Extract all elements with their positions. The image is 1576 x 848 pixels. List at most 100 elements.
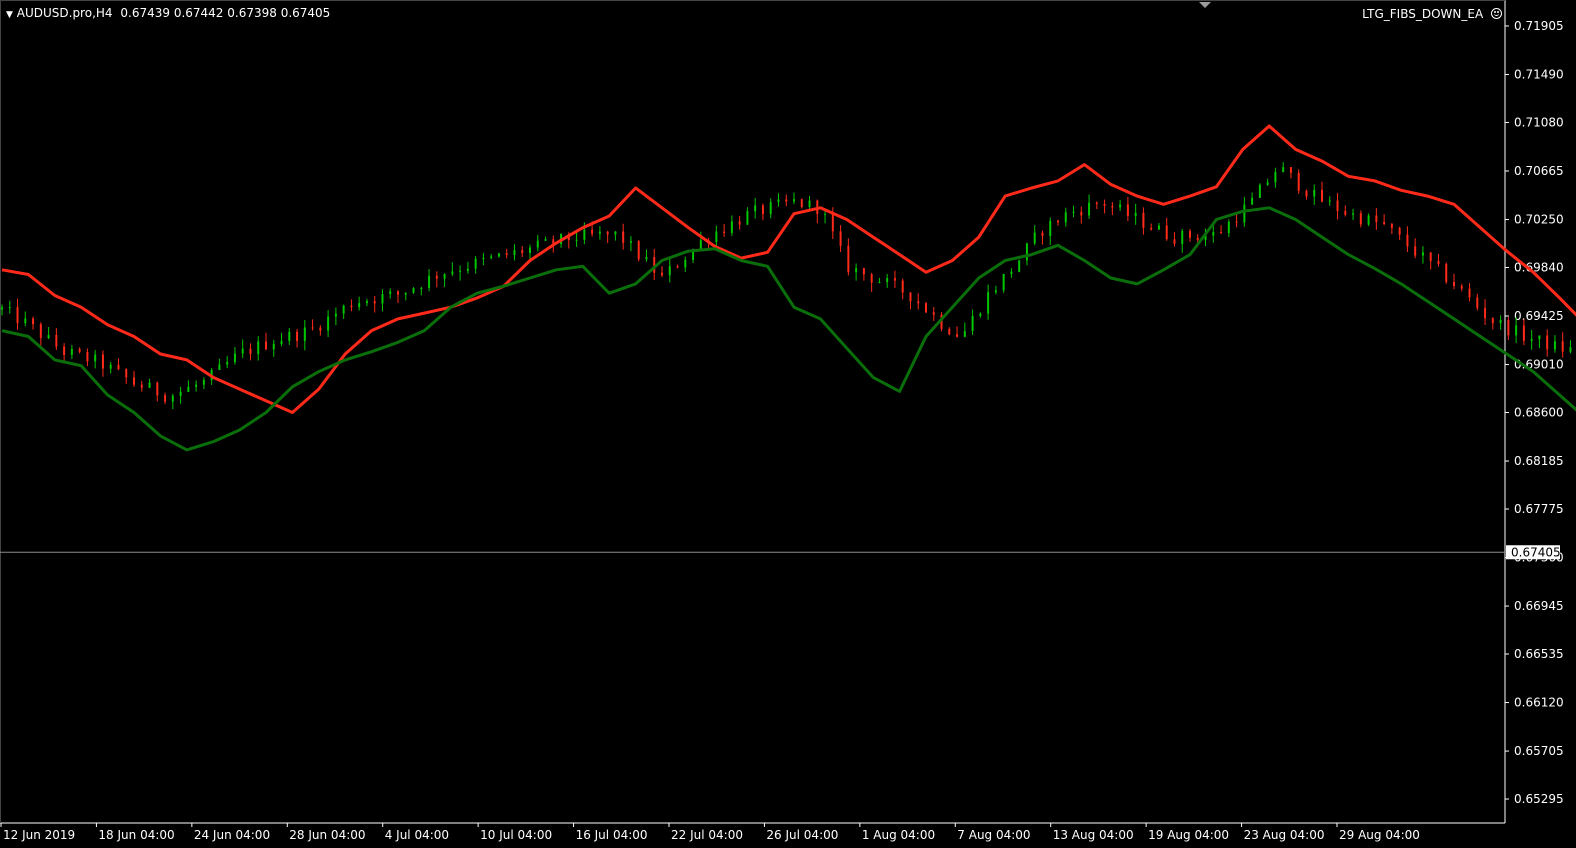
- candle-bull: [1212, 232, 1215, 236]
- candle-bull: [808, 200, 811, 208]
- candle-bull: [1251, 197, 1254, 205]
- candle-bear: [1406, 234, 1409, 247]
- candle-bear: [296, 331, 299, 341]
- x-tick-label: 13 Aug 04:00: [1053, 828, 1134, 842]
- shift-marker-icon[interactable]: [1199, 2, 1211, 8]
- candle-bull: [754, 205, 757, 212]
- candle-bear: [1484, 307, 1487, 319]
- candle-bull: [420, 287, 423, 289]
- candle-bear: [901, 280, 904, 293]
- candle-bull: [474, 258, 477, 269]
- candle-bull: [1049, 220, 1052, 236]
- candle-bull: [1258, 184, 1261, 198]
- candle-bull: [218, 364, 221, 370]
- candle-bull: [443, 274, 446, 279]
- ohlc-values: 0.67439 0.67442 0.67398 0.67405: [120, 6, 331, 20]
- candle-bear: [1126, 204, 1129, 216]
- candle-bull: [1274, 172, 1277, 183]
- candle-bear: [661, 272, 663, 276]
- candle-bear: [870, 274, 873, 283]
- candle-bear: [101, 354, 104, 369]
- candle-bear: [117, 364, 120, 370]
- collapse-triangle-icon[interactable]: ▼: [6, 10, 13, 20]
- candle-bull: [179, 391, 182, 396]
- candle-bear: [1289, 167, 1292, 173]
- candle-bull: [272, 344, 275, 350]
- candle-bull: [389, 291, 392, 295]
- candle-bear: [1429, 252, 1432, 262]
- x-tick-label: 29 Aug 04:00: [1339, 828, 1420, 842]
- candle-bull: [1328, 200, 1331, 202]
- candle-bull: [629, 241, 632, 243]
- candle-bear: [1445, 263, 1448, 283]
- candle-bear: [1522, 325, 1525, 341]
- candle-bull: [1421, 252, 1424, 256]
- candle-bull: [746, 211, 749, 225]
- candle-bull: [1367, 215, 1370, 225]
- candle-bull: [497, 253, 500, 257]
- candle-bear: [637, 241, 640, 260]
- candle-bear: [1220, 232, 1223, 234]
- candle-bull: [536, 240, 539, 248]
- candle-bear: [311, 327, 314, 329]
- candle-bull: [614, 231, 617, 235]
- ea-name: LTG_FIBS_DOWN_EA: [1362, 7, 1484, 21]
- candle-bear: [1189, 230, 1191, 238]
- candle-bull: [699, 240, 702, 250]
- candle-bull: [1134, 212, 1137, 216]
- candle-bull: [109, 364, 112, 369]
- candle-bear: [1476, 297, 1479, 308]
- candle-bull: [482, 257, 485, 259]
- candle-bear: [1390, 223, 1393, 228]
- candle-bear: [785, 199, 788, 202]
- candle-bear: [1383, 222, 1386, 224]
- candle-bull: [544, 239, 547, 241]
- candle-bull: [824, 213, 827, 215]
- candle-bear: [1196, 237, 1199, 240]
- candle-bull: [979, 313, 982, 316]
- candle-bull: [288, 331, 291, 341]
- x-tick-label: 24 Jun 04:00: [194, 828, 270, 842]
- candle-bear: [164, 395, 167, 402]
- candle-bull: [257, 341, 260, 355]
- candle-bull: [793, 199, 795, 202]
- candle-bull: [202, 380, 205, 385]
- candle-bear: [1080, 211, 1083, 216]
- x-tick-label: 16 Jul 04:00: [576, 828, 648, 842]
- y-tick-label: 0.65295: [1514, 792, 1564, 806]
- candle-bull: [855, 268, 858, 273]
- x-tick-label: 7 Aug 04:00: [957, 828, 1030, 842]
- candle-bear: [1344, 210, 1347, 215]
- y-tick-label: 0.67775: [1514, 502, 1564, 516]
- candle-bear: [1398, 227, 1401, 235]
- lower-band-line: [1, 206, 1576, 452]
- candle-bear: [1321, 189, 1323, 202]
- candle-bear: [893, 278, 896, 281]
- y-tick-label: 0.71490: [1514, 68, 1564, 82]
- candle-bear: [1359, 213, 1362, 225]
- candle-bull: [451, 271, 454, 275]
- candle-bull: [226, 361, 229, 365]
- candle-bull: [1282, 167, 1285, 173]
- candle-bear: [1375, 215, 1378, 223]
- candle-bear: [761, 205, 764, 214]
- y-tick-label: 0.68600: [1514, 406, 1564, 420]
- candlestick-chart[interactable]: 0.719050.714900.710800.706650.702500.698…: [0, 0, 1576, 848]
- candle-bear: [265, 341, 267, 350]
- candle-bear: [1057, 220, 1059, 223]
- candle-bear: [831, 213, 834, 232]
- x-tick-label: 1 Aug 04:00: [862, 828, 935, 842]
- candle-bull: [1025, 243, 1028, 261]
- candle-bull: [575, 239, 578, 241]
- candle-bear: [1103, 204, 1106, 206]
- chart-area[interactable]: 0.71905 0.71490 0.71080 0.70665 0.70250 0.698…: [0, 0, 1576, 848]
- candle-bull: [1313, 189, 1316, 197]
- candle-bull: [1033, 232, 1036, 244]
- candle-bull: [8, 307, 11, 309]
- candle-bull: [1, 307, 3, 310]
- candle-bull: [412, 288, 415, 293]
- expert-advisor-label[interactable]: LTG_FIBS_DOWN_EA: [1362, 7, 1502, 21]
- candle-bull: [1266, 182, 1269, 185]
- candle-bull: [342, 305, 345, 314]
- candle-bear: [1305, 190, 1308, 197]
